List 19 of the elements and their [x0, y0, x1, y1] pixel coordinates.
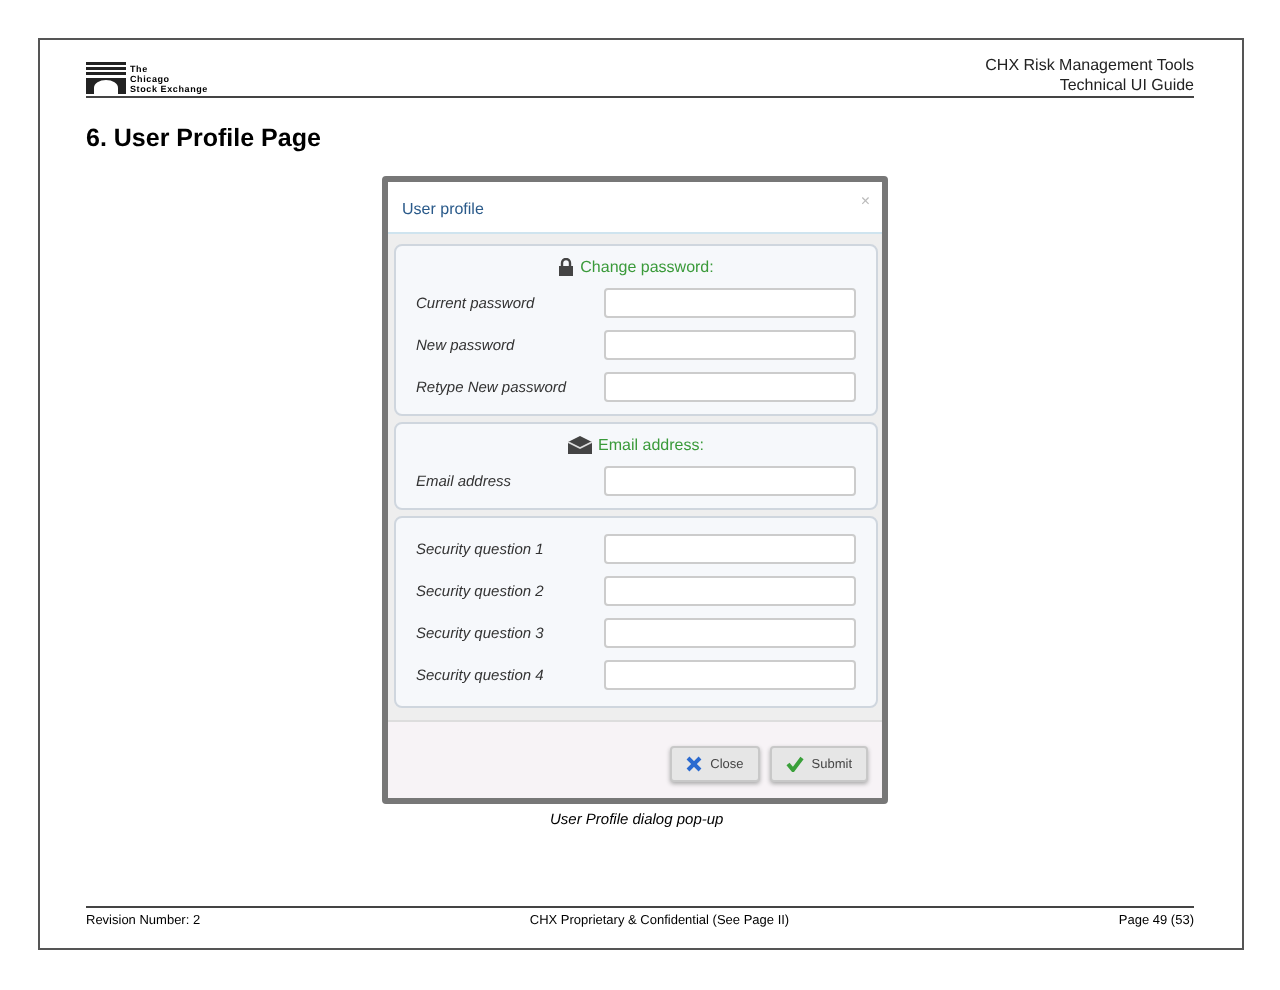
section-title: Change password:: [580, 258, 714, 276]
input-field[interactable]: [604, 330, 856, 360]
lock-icon: [558, 258, 575, 276]
dialog-title: User profile: [402, 200, 484, 218]
document-title: CHX Risk Management Tools: [985, 56, 1194, 75]
section-title: Email address:: [598, 436, 704, 454]
input-field[interactable]: [604, 372, 856, 402]
check-icon: [785, 756, 804, 772]
document-subtitle: Technical UI Guide: [1059, 75, 1194, 94]
close-icon: [686, 756, 703, 772]
input-field[interactable]: [604, 534, 856, 564]
input-field[interactable]: [604, 466, 856, 496]
input-field[interactable]: [604, 618, 856, 648]
input-field[interactable]: [604, 288, 856, 318]
input-field[interactable]: [604, 660, 856, 690]
logo-icon: [86, 62, 126, 94]
input-field[interactable]: [604, 576, 856, 606]
envelope-icon: [568, 436, 593, 454]
section-heading: 6. User Profile Page: [86, 124, 321, 152]
